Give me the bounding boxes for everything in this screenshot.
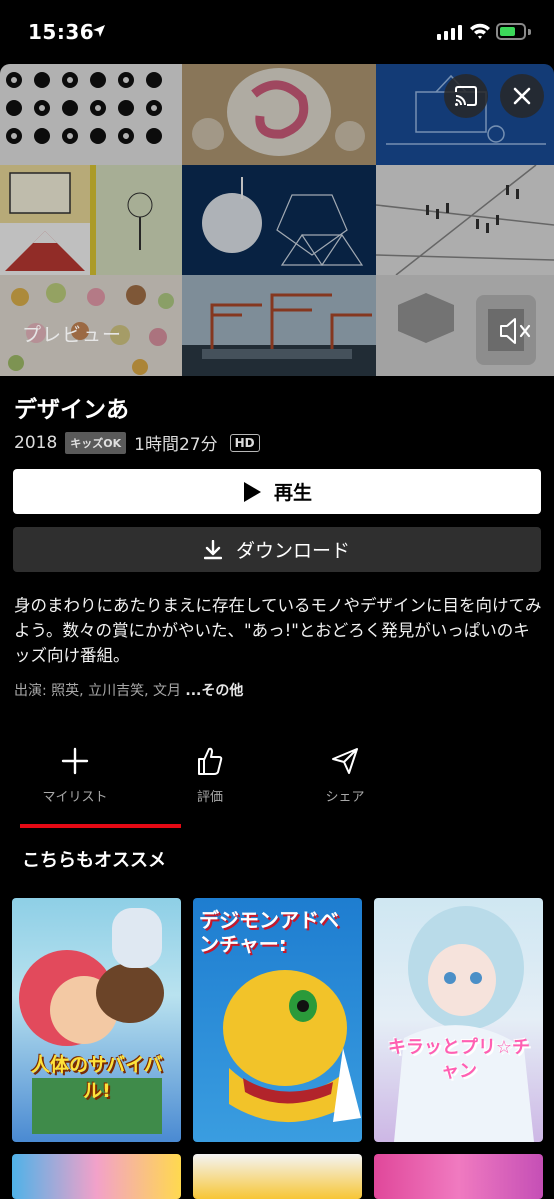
share-icon: [332, 748, 358, 774]
hd-badge: HD: [229, 433, 260, 452]
recommendation-card[interactable]: [12, 1154, 181, 1199]
recommendation-artwork: [394, 906, 534, 1142]
cast-list: 出演: 照英, 立川吉笑, 文月: [14, 683, 186, 699]
rate-label: 評価: [196, 790, 223, 805]
plus-icon: [61, 747, 89, 775]
status-time: 15:36: [28, 20, 95, 44]
recommendation-title-art: キラッとプリ☆チャン: [387, 1037, 531, 1082]
title: デザインあ: [14, 397, 129, 423]
close-button[interactable]: [500, 74, 544, 118]
kids-badge: キッズOK: [65, 431, 127, 454]
play-button-label: 再生: [273, 482, 312, 504]
description: 身のまわりにあたりまえに存在しているモノやデザインに目を向けてみよう。数々の賞に…: [14, 596, 542, 665]
status-bar: 15:36: [0, 0, 554, 64]
recommendation-card[interactable]: キラッとプリ☆チャン: [374, 898, 543, 1142]
recommendation-card[interactable]: 人体のサバイバル!: [12, 898, 181, 1142]
recommendation-artwork: [19, 908, 164, 1134]
rate-button[interactable]: 評価: [155, 740, 265, 805]
duration: 1時間27分: [134, 435, 218, 455]
recommendation-card[interactable]: [193, 1154, 362, 1199]
thumbs-up-icon: [198, 747, 223, 775]
cast-icon: [455, 86, 477, 106]
share-button[interactable]: シェア: [290, 740, 400, 805]
battery-icon: [496, 23, 526, 40]
tab-bar: [0, 824, 554, 828]
battery-tip: [528, 29, 531, 35]
recommendation-title-art: デジモンアドベンチャー:: [199, 908, 339, 956]
download-icon: [203, 539, 222, 559]
recommendation-title-art: 人体のサバイバル!: [31, 1054, 163, 1102]
location-arrow-icon: [93, 25, 105, 37]
mute-button[interactable]: [498, 316, 532, 350]
speaker-muted-icon: [500, 318, 531, 344]
cellular-signal-icon: [437, 24, 462, 40]
release-year: 2018: [14, 432, 58, 453]
recommendation-card[interactable]: [374, 1154, 543, 1199]
download-button[interactable]: ダウンロード: [13, 527, 541, 572]
preview-player[interactable]: プレビュー: [0, 64, 554, 376]
play-icon: [243, 481, 261, 502]
play-button[interactable]: 再生: [13, 469, 541, 514]
cast-more-link[interactable]: ...その他: [185, 683, 243, 699]
tab-recommendations[interactable]: こちらもオススメ: [22, 846, 166, 872]
preview-label: プレビュー: [22, 324, 123, 346]
my-list-label: マイリスト: [42, 790, 108, 805]
cast-line: 出演: 照英, 立川吉笑, 文月 ...その他: [14, 680, 243, 700]
tab-indicator: [20, 824, 181, 828]
wifi-icon: [470, 23, 490, 39]
share-label: シェア: [325, 790, 365, 805]
metadata-row: 2018 キッズOK 1時間27分 HD: [14, 430, 260, 455]
download-button-label: ダウンロード: [235, 540, 350, 562]
recommendation-card[interactable]: デジモンアドベンチャー:: [193, 898, 362, 1142]
my-list-button[interactable]: マイリスト: [20, 740, 130, 805]
close-icon: [513, 87, 531, 105]
cast-button[interactable]: [444, 74, 488, 118]
